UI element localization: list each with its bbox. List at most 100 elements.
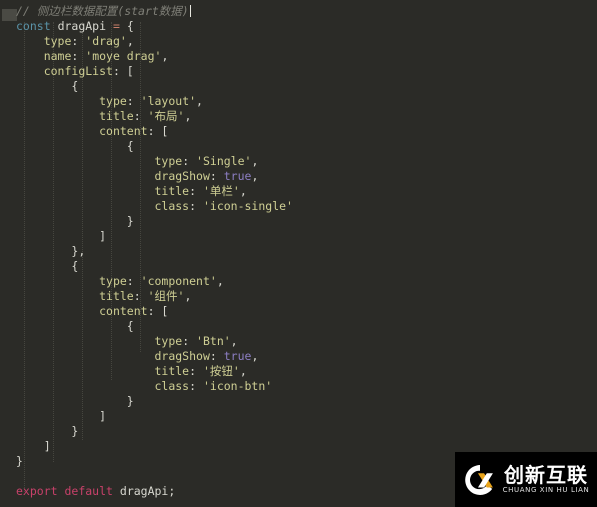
code-line[interactable]: content: [ (0, 304, 597, 319)
token-str: '单栏' (202, 184, 240, 198)
token-punc: , (251, 169, 259, 183)
token-punc: , (196, 94, 203, 108)
token-str: '组件' (147, 289, 185, 303)
token-punc: ] (99, 409, 107, 423)
code-line[interactable]: configList: [ (0, 64, 597, 79)
token-punc: { (126, 19, 134, 33)
token-punc: : (182, 334, 197, 348)
code-line[interactable]: }, (0, 244, 597, 259)
code-line[interactable]: } (0, 424, 597, 439)
watermark-brand-cn: 创新互联 (504, 463, 588, 487)
token-punc: } (16, 454, 23, 468)
code-line[interactable]: type: 'Btn', (0, 334, 597, 349)
token-prop: title (99, 289, 134, 303)
token-prop: type (154, 154, 183, 168)
code-line[interactable]: { (0, 319, 597, 334)
token-punc: : (126, 274, 141, 288)
code-line[interactable]: title: '按钮', (0, 364, 597, 379)
token-punc: { (71, 259, 79, 273)
token-punc: : (71, 49, 86, 63)
code-line[interactable]: title: '单栏', (0, 184, 597, 199)
token-prop: title (154, 364, 190, 378)
token-punc: : (71, 34, 86, 48)
code-line[interactable]: type: 'component', (0, 274, 597, 289)
token-punc: : (182, 154, 197, 168)
token-op: = (112, 19, 120, 33)
code-line[interactable]: type: 'Single', (0, 154, 597, 169)
code-line[interactable]: } (0, 394, 597, 409)
token-cmt: // 侧边栏数据配置(start数据) (16, 4, 189, 18)
code-line[interactable]: content: [ (0, 124, 597, 139)
token-str: 'Single' (196, 154, 252, 168)
token-punc (113, 484, 120, 498)
code-line[interactable]: { (0, 79, 597, 94)
token-punc: , (126, 34, 134, 48)
code-line[interactable]: { (0, 139, 597, 154)
token-punc: , (251, 154, 259, 168)
token-punc: : (189, 199, 203, 213)
token-name: dragApi; (119, 484, 176, 498)
token-prop: name (43, 49, 72, 63)
token-str: 'component' (140, 274, 217, 288)
token-punc: ] (43, 439, 51, 453)
token-punc: { (71, 79, 79, 93)
token-punc: : [ (147, 124, 169, 138)
token-prop: type (43, 34, 72, 48)
token-punc: : (209, 169, 224, 183)
code-editor[interactable]: // 侧边栏数据配置(start数据) const dragApi = { typ… (0, 0, 597, 507)
code-line[interactable]: ] (0, 229, 597, 244)
token-punc: , (230, 334, 238, 348)
token-punc: } (126, 214, 134, 228)
watermark: 创新互联 CHUANG XIN HU LIAN (455, 452, 597, 507)
token-prop: content (99, 304, 148, 318)
watermark-text: 创新互联 CHUANG XIN HU LIAN (503, 464, 590, 495)
token-punc: : (189, 379, 203, 393)
token-punc: , (239, 184, 247, 198)
token-punc: : [ (112, 64, 134, 78)
token-punc (51, 19, 58, 33)
token-punc: } (126, 394, 134, 408)
token-punc: , (184, 289, 192, 303)
token-bool: true (223, 169, 252, 183)
code-line[interactable]: name: 'moye drag', (0, 49, 597, 64)
token-prop: dragShow (154, 169, 210, 183)
token-punc: { (126, 139, 134, 153)
token-str: '布局' (147, 109, 185, 123)
token-punc: ] (99, 229, 107, 243)
code-line[interactable]: } (0, 214, 597, 229)
code-line[interactable]: // 侧边栏数据配置(start数据) (0, 4, 597, 19)
code-line[interactable]: class: 'icon-btn' (0, 379, 597, 394)
token-str: 'layout' (140, 94, 197, 108)
code-line[interactable]: type: 'layout', (0, 94, 597, 109)
token-prop: type (154, 334, 183, 348)
code-line[interactable]: ] (0, 409, 597, 424)
token-prop: type (99, 94, 127, 108)
code-line[interactable]: type: 'drag', (0, 34, 597, 49)
code-line[interactable]: dragShow: true, (0, 169, 597, 184)
token-punc: : [ (147, 304, 169, 318)
token-str: 'icon-single' (202, 199, 293, 213)
token-str: '按钮' (202, 364, 240, 378)
code-line[interactable]: const dragApi = { (0, 19, 597, 34)
code-line[interactable]: title: '组件', (0, 289, 597, 304)
token-punc: : (189, 364, 203, 378)
token-kw2: default (64, 484, 113, 498)
cx-logo-icon (464, 464, 493, 495)
token-prop: type (99, 274, 127, 288)
code-line[interactable]: { (0, 259, 597, 274)
token-prop: class (154, 379, 190, 393)
token-punc: : (133, 289, 148, 303)
code-line[interactable]: title: '布局', (0, 109, 597, 124)
token-punc: : (209, 349, 224, 363)
code-line[interactable]: class: 'icon-single' (0, 199, 597, 214)
code-content[interactable]: // 侧边栏数据配置(start数据) const dragApi = { typ… (0, 4, 597, 499)
token-punc: }, (71, 244, 86, 258)
token-punc: , (216, 274, 224, 288)
code-line[interactable]: dragShow: true, (0, 349, 597, 364)
token-prop: configList (43, 64, 113, 78)
token-punc: , (239, 364, 247, 378)
token-punc: , (251, 349, 259, 363)
token-str: 'Btn' (196, 334, 231, 348)
token-punc (120, 19, 127, 33)
token-bool: true (223, 349, 252, 363)
